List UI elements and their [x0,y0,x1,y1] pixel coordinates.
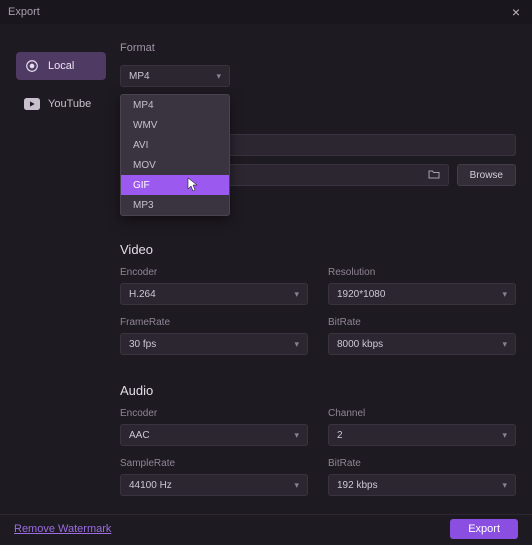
disk-icon [24,59,40,73]
audio-channel-select[interactable]: 2 ▾ [328,424,516,446]
window-title: Export [8,6,508,18]
chevron-down-icon: ▾ [294,430,299,441]
chevron-down-icon: ▾ [502,289,507,300]
audio-bitrate-select[interactable]: 192 kbps ▾ [328,474,516,496]
chevron-down-icon: ▾ [294,480,299,491]
video-framerate-select[interactable]: 30 fps ▾ [120,333,308,355]
sidebar-item-label: YouTube [48,98,91,110]
format-option-wmv[interactable]: WMV [121,115,229,135]
format-option-mp4[interactable]: MP4 [121,95,229,115]
audio-samplerate-label: SampleRate [120,458,308,469]
sidebar-item-label: Local [48,60,74,72]
video-bitrate-label: BitRate [328,317,516,328]
chevron-down-icon: ▾ [294,289,299,300]
dialog-body: Local YouTube Format MP4 ▾ MP4 WMV AVI M… [0,24,532,514]
folder-icon [428,169,440,182]
format-selected-value: MP4 [129,71,150,82]
format-dropdown: MP4 WMV AVI MOV GIF MP3 [120,94,230,216]
video-framerate-label: FrameRate [120,317,308,328]
video-bitrate-field: BitRate 8000 kbps ▾ [328,317,516,355]
chevron-down-icon: ▾ [502,480,507,491]
sidebar-item-youtube[interactable]: YouTube [16,90,106,118]
audio-samplerate-select[interactable]: 44100 Hz ▾ [120,474,308,496]
chevron-down-icon: ▾ [216,71,221,82]
audio-channel-field: Channel 2 ▾ [328,408,516,446]
browse-button[interactable]: Browse [457,164,516,186]
titlebar: Export × [0,0,532,24]
video-encoder-label: Encoder [120,267,308,278]
video-heading: Video [120,242,516,257]
video-bitrate-select[interactable]: 8000 kbps ▾ [328,333,516,355]
audio-encoder-label: Encoder [120,408,308,419]
main-panel: Format MP4 ▾ MP4 WMV AVI MOV GIF [120,42,516,514]
video-resolution-label: Resolution [328,267,516,278]
sidebar: Local YouTube [16,42,106,514]
youtube-icon [24,97,40,111]
chevron-down-icon: ▾ [294,339,299,350]
audio-channel-label: Channel [328,408,516,419]
format-option-mov[interactable]: MOV [121,155,229,175]
video-resolution-field: Resolution 1920*1080 ▾ [328,267,516,305]
remove-watermark-link[interactable]: Remove Watermark [14,523,111,535]
footer: Remove Watermark Export [0,514,532,542]
cursor-icon [187,177,199,196]
audio-encoder-field: Encoder AAC ▾ [120,408,308,446]
audio-samplerate-field: SampleRate 44100 Hz ▾ [120,458,308,496]
audio-encoder-select[interactable]: AAC ▾ [120,424,308,446]
sidebar-item-local[interactable]: Local [16,52,106,80]
format-field: Format MP4 ▾ MP4 WMV AVI MOV GIF [120,42,230,94]
video-encoder-select[interactable]: H.264 ▾ [120,283,308,305]
close-icon[interactable]: × [508,4,524,20]
format-option-mp3[interactable]: MP3 [121,195,229,215]
audio-bitrate-label: BitRate [328,458,516,469]
audio-bitrate-field: BitRate 192 kbps ▾ [328,458,516,496]
export-button[interactable]: Export [450,519,518,539]
video-encoder-field: Encoder H.264 ▾ [120,267,308,305]
format-option-avi[interactable]: AVI [121,135,229,155]
chevron-down-icon: ▾ [502,339,507,350]
audio-heading: Audio [120,383,516,398]
format-option-gif[interactable]: GIF [121,175,229,195]
video-resolution-select[interactable]: 1920*1080 ▾ [328,283,516,305]
format-label: Format [120,42,230,54]
chevron-down-icon: ▾ [502,430,507,441]
format-select[interactable]: MP4 ▾ [120,65,230,87]
video-framerate-field: FrameRate 30 fps ▾ [120,317,308,355]
